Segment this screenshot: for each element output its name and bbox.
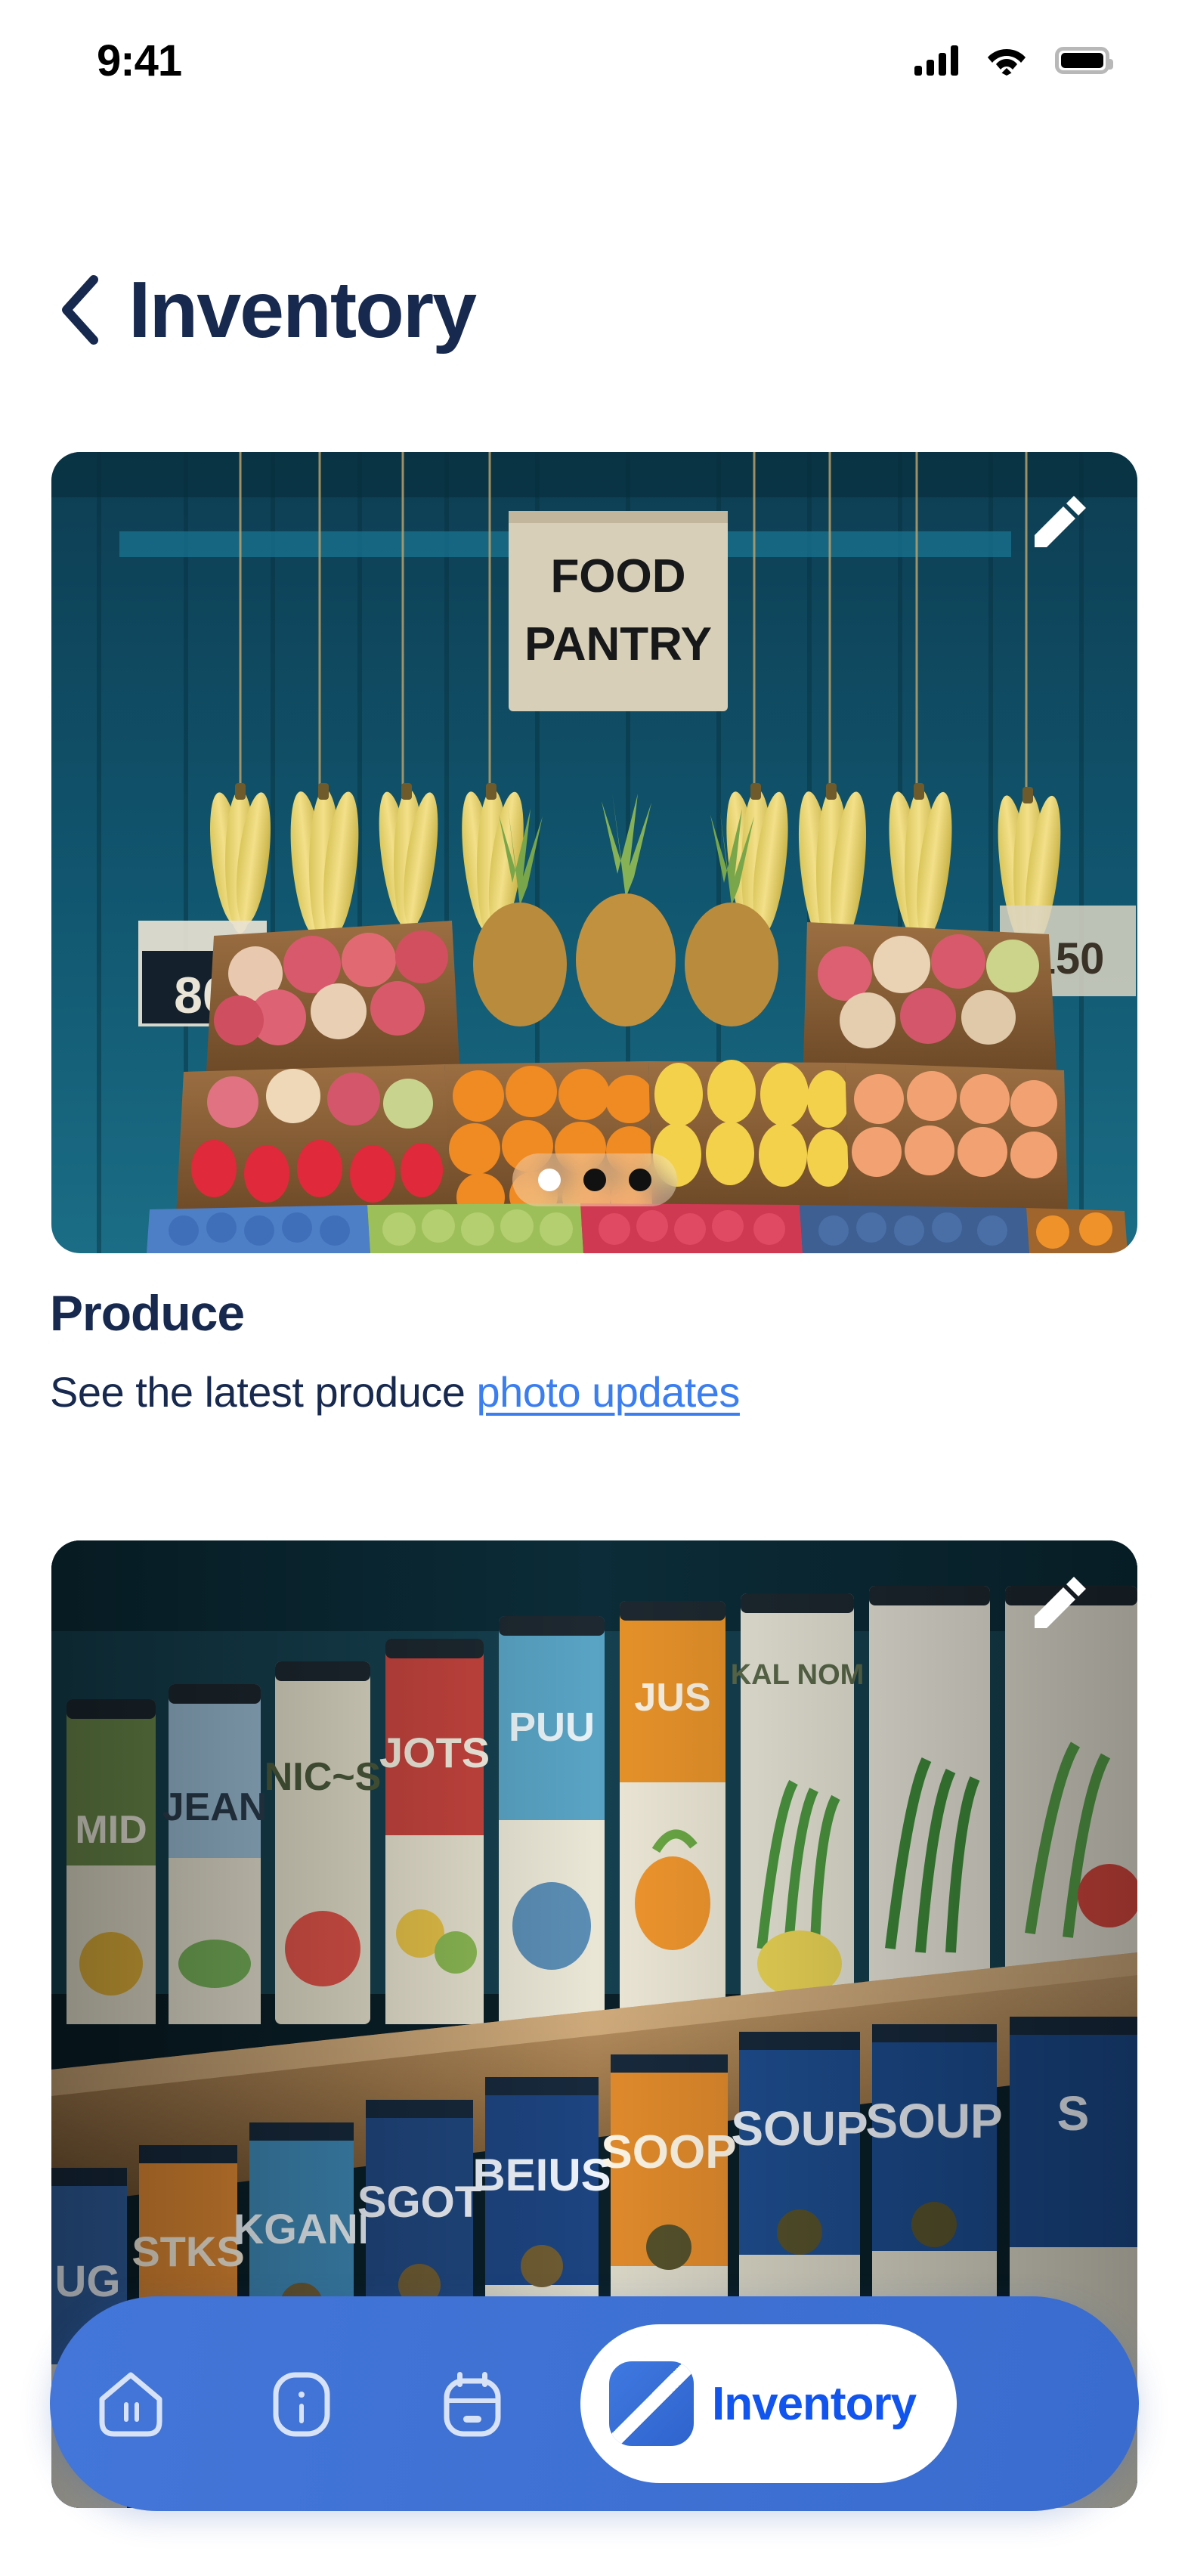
section-description-produce: See the latest produce photo updates [50, 1365, 1138, 1420]
calendar-icon [444, 2372, 501, 2437]
nav-item-inventory-label: Inventory [712, 2377, 917, 2430]
carousel-dot-1[interactable] [537, 1169, 561, 1191]
status-time: 9:41 [97, 36, 182, 85]
produce-section: Produce See the latest produce photo upd… [50, 1285, 1138, 1420]
nav-item-calendar[interactable] [416, 2347, 529, 2460]
chevron-left-icon [62, 275, 98, 345]
home-icon [99, 2372, 162, 2437]
page-title: Inventory [128, 265, 477, 355]
photo-updates-link[interactable]: photo updates [476, 1368, 740, 1416]
nav-item-info[interactable] [245, 2347, 358, 2460]
carousel-dot-2[interactable] [583, 1169, 606, 1191]
page-header: Inventory [0, 249, 1188, 370]
inventory-slash-icon [609, 2361, 694, 2446]
info-icon [273, 2372, 330, 2437]
produce-scene: FOOD PANTRY 86 150 [51, 452, 1137, 1253]
produce-photo-card[interactable]: FOOD PANTRY 86 150 [51, 452, 1137, 1253]
nav-item-home[interactable] [74, 2347, 187, 2460]
svg-text:PANTRY: PANTRY [524, 618, 712, 670]
carousel-dot-3[interactable] [628, 1169, 651, 1191]
svg-text:FOOD: FOOD [550, 550, 685, 602]
bottom-navigation-bar[interactable]: Inventory [50, 2296, 1139, 2511]
carousel-pagination[interactable] [512, 1153, 677, 1206]
wifi-icon [987, 45, 1026, 76]
cellular-signal-icon [914, 45, 958, 76]
section-description-text: See the latest produce [50, 1367, 477, 1416]
produce-photo-image: FOOD PANTRY 86 150 [51, 452, 1137, 1253]
status-bar: 9:41 [0, 0, 1188, 121]
food-pantry-sign: FOOD PANTRY [509, 511, 728, 711]
pencil-icon [1035, 496, 1086, 547]
edit-photo-button[interactable] [1032, 491, 1091, 550]
section-title-produce: Produce [50, 1285, 245, 1341]
back-button[interactable] [56, 274, 103, 346]
edit-photo-button[interactable] [1032, 1572, 1091, 1631]
battery-icon [1055, 47, 1113, 74]
nav-item-inventory[interactable]: Inventory [580, 2324, 958, 2483]
pencil-icon [1035, 1577, 1086, 1628]
status-icons [914, 45, 1113, 76]
